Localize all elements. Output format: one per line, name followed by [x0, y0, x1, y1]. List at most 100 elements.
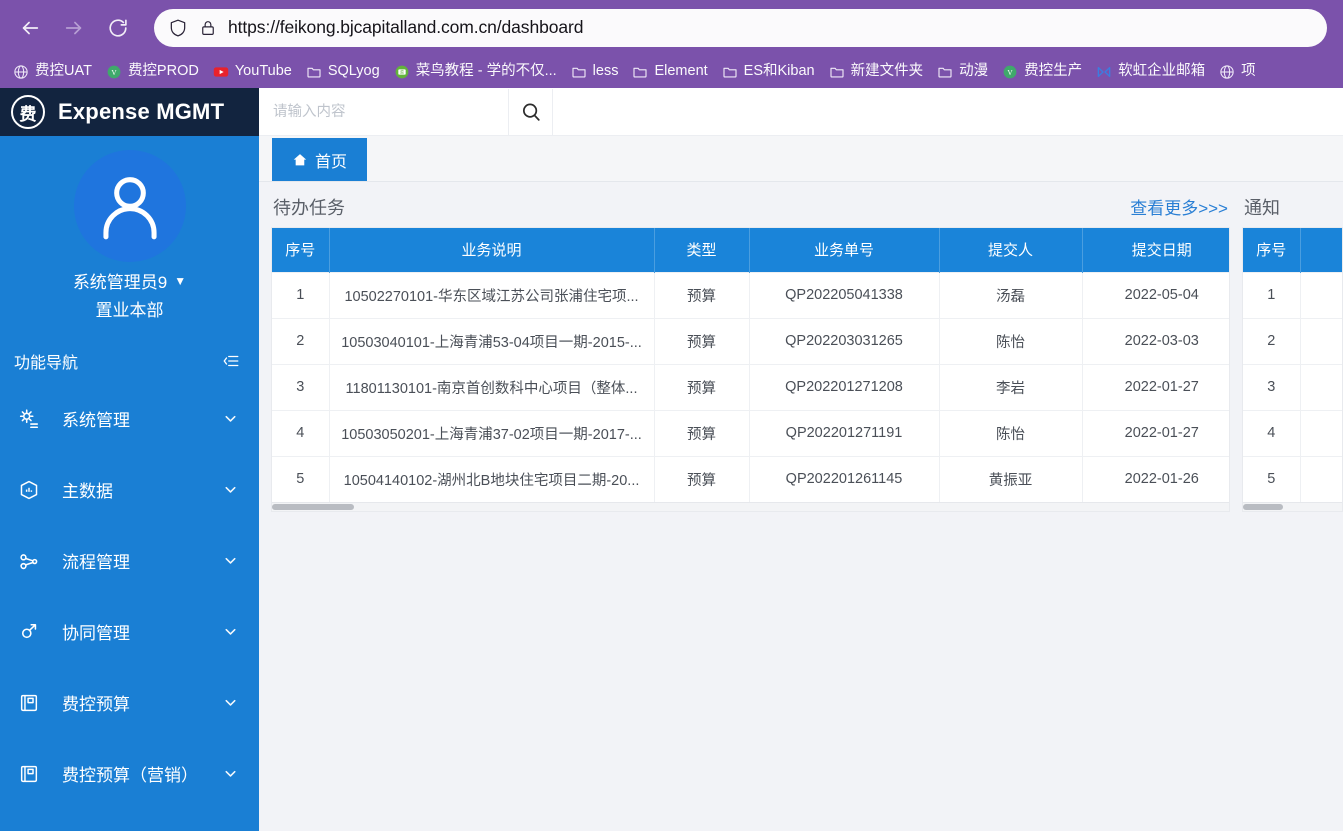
cell-type: 预算 [654, 271, 750, 318]
profile-name-dropdown[interactable]: 系统管理员9 ▼ [73, 268, 186, 293]
cell-submit-date: 2022-01-26 [1082, 455, 1229, 502]
table-row: 3 11801130101-南京首创数科中心项目（整体... 预算 QP2022… [272, 363, 1229, 410]
todo-panel-title: 待办任务 [273, 198, 345, 218]
collapse-menu-icon[interactable] [221, 352, 241, 370]
reload-button[interactable] [96, 8, 140, 48]
address-bar[interactable]: https://feikong.bjcapitalland.com.cn/das… [154, 8, 1327, 47]
youtube-icon [213, 66, 229, 77]
bookmark-label: ES和Kiban [743, 63, 815, 80]
bookmark-label: 费控UAT [35, 63, 92, 80]
cell-index: 3 [272, 363, 330, 410]
notice-horizontal-scrollbar[interactable] [1243, 502, 1342, 511]
cell-description-link[interactable]: 10503050201-上海青浦37-02项目一期-2017-... [329, 409, 655, 456]
todo-view-more-link[interactable]: 查看更多>>> [1130, 194, 1228, 219]
vivaldi-green-icon: V [107, 65, 121, 78]
cell-order-no: QP202203031265 [749, 317, 940, 364]
todo-header-row: 序号 业务说明 类型 业务单号 提交人 提交日期 [272, 228, 1229, 272]
sidebar-item-expense-budget[interactable]: 费控预算 [0, 667, 259, 738]
bookmark-ruanhong-mail[interactable]: 软虹企业邮箱 [1089, 61, 1212, 83]
browser-toolbar: https://feikong.bjcapitalland.com.cn/das… [0, 0, 1343, 55]
cell-submit-date: 2022-05-04 [1082, 271, 1229, 318]
col-header-type: 类型 [654, 228, 750, 272]
cell-description-link[interactable]: 11801130101-南京首创数科中心项目（整体... [329, 363, 655, 410]
search-button[interactable] [508, 88, 553, 135]
bookmark-label: less [592, 63, 619, 80]
user-avatar-icon [102, 177, 157, 240]
sidebar-item-partial[interactable] [0, 809, 259, 831]
bookmark-label: 项 [1241, 63, 1256, 80]
bookmark-es-kibana[interactable]: ES和Kiban [715, 61, 822, 83]
cell-description-link[interactable]: 10504140102-湖州北B地块住宅项目二期-20... [329, 455, 655, 502]
sidebar-item-label: 费控预算（营销） [62, 766, 198, 785]
main-area: 首页 待办任务 查看更多>>> [259, 88, 1343, 831]
bookmark-sqlyog[interactable]: SQLyog [299, 61, 387, 83]
bookmark-new-folder[interactable]: 新建文件夹 [822, 61, 931, 83]
sidebar-item-expense-budget-marketing[interactable]: 费控预算（营销） [0, 738, 259, 809]
cell-type: 预算 [654, 409, 750, 456]
notice-panel-title: 通知 [1244, 198, 1280, 218]
bookmark-label: YouTube [234, 63, 292, 80]
bookmark-label: 费控生产 [1024, 63, 1083, 80]
bookmark-element[interactable]: Element [625, 61, 714, 83]
table-row: 2 10503040101-上海青浦53-04项目一期-2015-... 预算 … [272, 317, 1229, 364]
cell-notice-link[interactable]: 预 [1300, 271, 1342, 318]
cell-description-link[interactable]: 10502270101-华东区域江苏公司张浦住宅项... [329, 271, 655, 318]
sidebar-item-master-data[interactable]: 主数据 [0, 454, 259, 525]
cell-type: 预算 [654, 317, 750, 364]
sidebar-item-process-management[interactable]: 流程管理 [0, 525, 259, 596]
table-row: 4 合 [1243, 409, 1342, 456]
table-row: 1 10502270101-华东区域江苏公司张浦住宅项... 预算 QP2022… [272, 271, 1229, 318]
cell-notice-link[interactable]: 预 [1300, 317, 1342, 364]
svg-text:菜: 菜 [400, 68, 404, 74]
sidebar-item-label: 流程管理 [62, 553, 130, 572]
cell-order-no: QP202201261145 [749, 455, 940, 502]
user-profile: 系统管理员9 ▼ 置业本部 [0, 136, 259, 339]
bookmark-feikong-uat[interactable]: 费控UAT [6, 61, 99, 83]
col-header-submitter: 提交人 [939, 228, 1083, 272]
back-button[interactable] [8, 8, 52, 48]
bookmark-less[interactable]: less [564, 61, 626, 83]
chevron-down-icon [225, 415, 236, 422]
cell-index: 2 [272, 317, 330, 364]
bookmark-label: 动漫 [959, 63, 989, 80]
scrollbar-thumb[interactable] [1243, 504, 1283, 510]
cell-index: 4 [272, 409, 330, 456]
notice-panel-header: 通知 [1242, 194, 1343, 227]
table-row: 4 10503050201-上海青浦37-02项目一期-2017-... 预算 … [272, 409, 1229, 456]
sidebar-item-collaboration-management[interactable]: 协同管理 [0, 596, 259, 667]
search-icon [522, 103, 540, 121]
folder-icon [723, 67, 737, 77]
col-header-index: 序号 [272, 228, 330, 272]
bookmark-feikong-prod-2[interactable]: V 费控生产 [995, 61, 1089, 83]
cell-description-link[interactable]: 10503040101-上海青浦53-04项目一期-2015-... [329, 317, 655, 364]
bookmark-xiang-truncated[interactable]: 项 [1212, 61, 1263, 83]
cell-notice-link[interactable]: 合 [1300, 455, 1342, 502]
avatar[interactable] [73, 150, 186, 262]
search-input[interactable] [259, 88, 508, 135]
tab-home[interactable]: 首页 [272, 138, 368, 181]
sidebar-item-system-management[interactable]: 系统管理 [0, 383, 259, 454]
sidebar: 费 Expense MGMT 系统管理员9 ▼ 置业本部 功能导航 系统管理 主… [0, 88, 259, 831]
cell-notice-link[interactable]: 合 [1300, 409, 1342, 456]
nav-header-label: 功能导航 [14, 355, 79, 372]
cell-order-no: QP202201271208 [749, 363, 940, 410]
bookmarks-bar: 费控UAT V 费控PROD YouTube SQLyog 菜 菜鸟教程 - 学… [0, 55, 1343, 88]
bookmark-youtube[interactable]: YouTube [206, 61, 299, 83]
sidebar-item-label: 协同管理 [62, 624, 130, 643]
brand-badge-icon: 费 [11, 95, 45, 129]
bookmark-feikong-prod[interactable]: V 费控PROD [99, 61, 206, 83]
cell-index: 3 [1243, 363, 1301, 410]
cell-index: 2 [1243, 317, 1301, 364]
lock-icon[interactable] [199, 18, 217, 38]
table-row: 5 10504140102-湖州北B地块住宅项目二期-20... 预算 QP20… [272, 455, 1229, 502]
scrollbar-thumb[interactable] [272, 504, 354, 510]
bookmark-anime[interactable]: 动漫 [930, 61, 995, 83]
shield-icon[interactable] [168, 18, 188, 38]
folder-icon [938, 67, 952, 77]
bookmark-runoob[interactable]: 菜 菜鸟教程 - 学的不仅... [387, 61, 564, 83]
svg-text:V: V [111, 67, 117, 76]
todo-horizontal-scrollbar[interactable] [272, 502, 1229, 511]
forward-button[interactable] [52, 8, 96, 48]
cell-type: 预算 [654, 455, 750, 502]
cell-notice-link[interactable]: 合 [1300, 363, 1342, 410]
